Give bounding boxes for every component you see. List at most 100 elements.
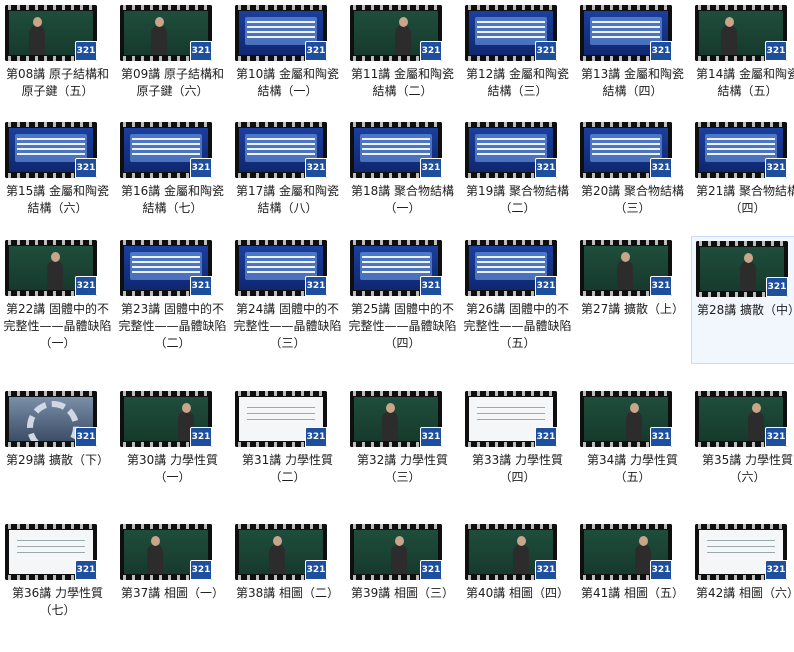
- file-name-label: 第31講 力學性質（二）: [241, 453, 334, 484]
- video-file-item[interactable]: 321 第34講 力學性質（五）: [576, 387, 689, 515]
- file-name-label: 第18講 聚合物結構（一）: [350, 184, 455, 215]
- media-player-badge-icon: 321: [535, 427, 557, 447]
- film-perforation: [120, 391, 212, 396]
- file-name-label: 第15講 金屬和陶瓷結構（六）: [5, 184, 110, 215]
- video-file-item[interactable]: 321 第42講 相圖（六）: [691, 520, 794, 648]
- slide-text: [247, 21, 315, 39]
- video-file-item[interactable]: 321 第41講 相圖（五）: [576, 520, 689, 648]
- video-file-item[interactable]: 321 第32講 力學性質（三）: [346, 387, 459, 515]
- slide-text: [247, 256, 315, 274]
- media-player-badge-icon: 321: [305, 427, 327, 447]
- video-file-item[interactable]: 321 第22講 固體中的不完整性——晶體缺陷（一）: [1, 236, 114, 364]
- slide-text: [17, 138, 85, 156]
- video-file-item[interactable]: 321 第35講 力學性質（六）: [691, 387, 794, 515]
- video-thumbnail: 321: [235, 391, 327, 447]
- file-name-label: 第24講 固體中的不完整性——晶體缺陷（三）: [233, 302, 342, 350]
- video-file-item[interactable]: 321 第25講 固體中的不完整性——晶體缺陷（四）: [346, 236, 459, 364]
- file-name-label: 第20講 聚合物結構（三）: [580, 184, 685, 215]
- video-file-item[interactable]: 321 第40講 相圖（四）: [461, 520, 574, 648]
- media-player-badge-icon: 321: [650, 41, 672, 61]
- lecturer-figure: [47, 252, 63, 290]
- video-file-item[interactable]: 321 第14講 金屬和陶瓷結構（五）: [691, 1, 794, 129]
- video-file-item[interactable]: 321 第15講 金屬和陶瓷結構（六）: [1, 118, 114, 246]
- file-name-label: 第41講 相圖（五）: [580, 586, 685, 600]
- video-file-item[interactable]: 321 第18講 聚合物結構（一）: [346, 118, 459, 246]
- video-file-item[interactable]: 321 第24講 固體中的不完整性——晶體缺陷（三）: [231, 236, 344, 364]
- video-file-item[interactable]: 321 第26講 固體中的不完整性——晶體缺陷（五）: [461, 236, 574, 364]
- video-thumbnail: 321: [695, 391, 787, 447]
- video-file-item[interactable]: 321 第08講 原子結構和原子鍵（五）: [1, 1, 114, 129]
- video-file-item[interactable]: 321 第20講 聚合物結構（三）: [576, 118, 689, 246]
- media-player-badge-icon: 321: [190, 41, 212, 61]
- slide-text: [247, 138, 315, 156]
- file-name-label: 第36講 力學性質（七）: [11, 586, 104, 617]
- media-player-badge-icon: 321: [420, 158, 442, 178]
- film-perforation: [120, 122, 212, 127]
- lecturer-figure: [748, 403, 764, 441]
- video-file-item[interactable]: 321 第39講 相圖（三）: [346, 520, 459, 648]
- video-file-item[interactable]: 321 第10講 金屬和陶瓷結構（一）: [231, 1, 344, 129]
- media-player-badge-icon: 321: [766, 277, 788, 297]
- media-player-badge-icon: 321: [420, 560, 442, 580]
- video-file-item[interactable]: 321 第30講 力學性質（一）: [116, 387, 229, 515]
- video-thumbnail: 321: [350, 240, 442, 296]
- lecturer-figure: [382, 403, 398, 441]
- film-perforation: [120, 5, 212, 10]
- film-perforation: [580, 122, 672, 127]
- film-perforation: [235, 5, 327, 10]
- lecturer-figure: [617, 252, 633, 290]
- video-thumbnail: 321: [465, 240, 557, 296]
- film-perforation: [350, 240, 442, 245]
- lecturer-figure: [721, 17, 737, 55]
- video-file-item[interactable]: 321 第29講 擴散（下）: [1, 387, 114, 515]
- film-perforation: [696, 241, 788, 246]
- video-file-item[interactable]: 321 第17講 金屬和陶瓷結構（八）: [231, 118, 344, 246]
- film-perforation: [235, 524, 327, 529]
- file-name-label: 第14講 金屬和陶瓷結構（五）: [695, 67, 794, 98]
- video-thumbnail: 321: [5, 5, 97, 61]
- video-file-item[interactable]: 321 第28講 擴散（中）: [691, 236, 794, 364]
- video-thumbnail: 321: [350, 122, 442, 178]
- video-file-item[interactable]: 321 第38講 相圖（二）: [231, 520, 344, 648]
- file-name-label: 第30講 力學性質（一）: [126, 453, 219, 484]
- media-player-badge-icon: 321: [650, 560, 672, 580]
- video-file-item[interactable]: 321 第12講 金屬和陶瓷結構（三）: [461, 1, 574, 129]
- lecturer-figure: [151, 17, 167, 55]
- lecturer-figure: [626, 403, 642, 441]
- video-thumbnail: 321: [465, 122, 557, 178]
- film-perforation: [235, 122, 327, 127]
- video-thumbnail: 321: [580, 5, 672, 61]
- film-perforation: [350, 524, 442, 529]
- video-file-item[interactable]: 321 第37講 相圖（一）: [116, 520, 229, 648]
- video-thumbnail: 321: [580, 240, 672, 296]
- video-file-item[interactable]: 321 第11講 金屬和陶瓷結構（二）: [346, 1, 459, 129]
- media-player-badge-icon: 321: [75, 560, 97, 580]
- video-file-item[interactable]: 321 第33講 力學性質（四）: [461, 387, 574, 515]
- lecturer-figure: [513, 536, 529, 574]
- file-name-label: 第23講 固體中的不完整性——晶體缺陷（二）: [118, 302, 227, 350]
- video-file-item[interactable]: 321 第21講 聚合物結構（四）: [691, 118, 794, 246]
- video-file-item[interactable]: 321 第36講 力學性質（七）: [1, 520, 114, 648]
- video-file-item[interactable]: 321 第19講 聚合物結構（二）: [461, 118, 574, 246]
- video-thumbnail: 321: [5, 122, 97, 178]
- film-perforation: [580, 240, 672, 245]
- file-name-label: 第08講 原子結構和原子鍵（五）: [5, 67, 110, 98]
- slide-text: [707, 138, 775, 156]
- file-name-label: 第37講 相圖（一）: [120, 586, 225, 600]
- file-name-label: 第12講 金屬和陶瓷結構（三）: [465, 67, 570, 98]
- media-player-badge-icon: 321: [420, 427, 442, 447]
- file-name-label: 第38講 相圖（二）: [235, 586, 340, 600]
- lecturer-figure: [740, 253, 756, 291]
- video-file-item[interactable]: 321 第16講 金屬和陶瓷結構（七）: [116, 118, 229, 246]
- video-file-item[interactable]: 321 第13講 金屬和陶瓷結構（四）: [576, 1, 689, 129]
- video-file-item[interactable]: 321 第09講 原子結構和原子鍵（六）: [116, 1, 229, 129]
- film-perforation: [235, 240, 327, 245]
- video-file-item[interactable]: 321 第27講 擴散（上）: [576, 236, 689, 364]
- media-player-badge-icon: 321: [305, 276, 327, 296]
- video-file-item[interactable]: 321 第23講 固體中的不完整性——晶體缺陷（二）: [116, 236, 229, 364]
- file-name-label: 第25講 固體中的不完整性——晶體缺陷（四）: [348, 302, 457, 350]
- video-file-item[interactable]: 321 第31講 力學性質（二）: [231, 387, 344, 515]
- film-perforation: [695, 5, 787, 10]
- video-thumbnail: 321: [465, 391, 557, 447]
- video-thumbnail: 321: [696, 241, 788, 297]
